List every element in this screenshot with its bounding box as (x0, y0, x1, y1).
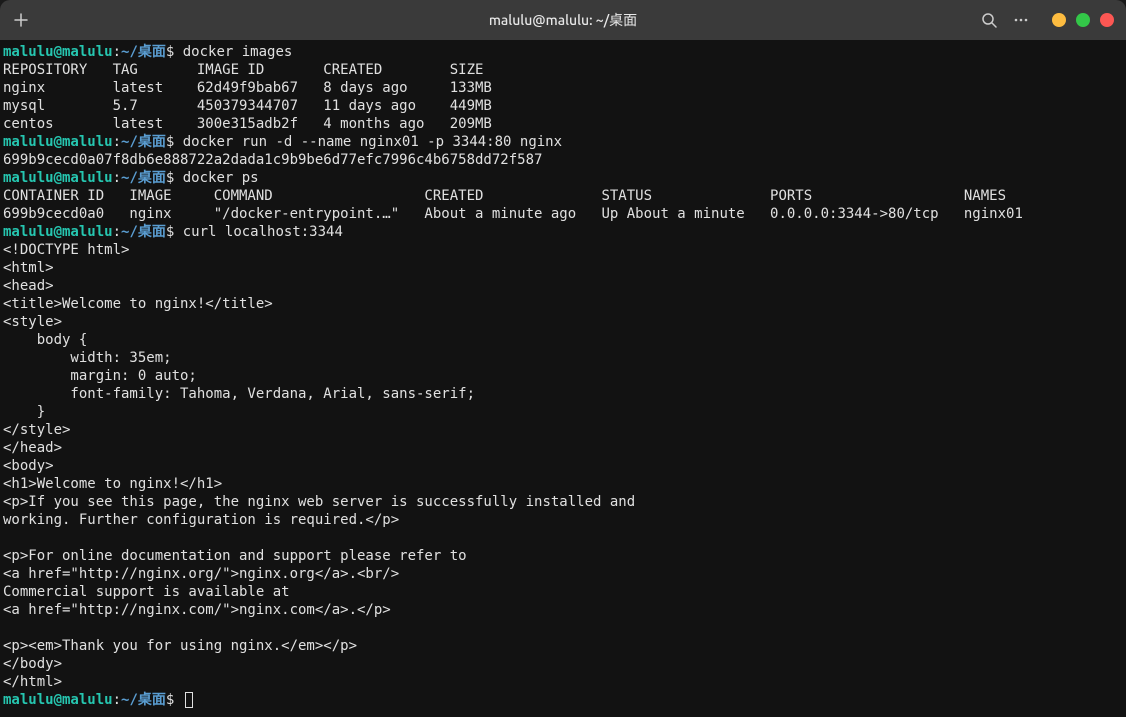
command-text: docker ps (174, 170, 258, 186)
prompt-user: malulu@malulu (3, 224, 113, 240)
output-line: body { (3, 332, 87, 348)
output-line: <html> (3, 260, 54, 276)
prompt-path: ~/桌面 (121, 224, 166, 240)
prompt-user: malulu@malulu (3, 44, 113, 60)
prompt-path: ~/桌面 (121, 170, 166, 186)
output-line: <h1>Welcome to nginx!</h1> (3, 476, 222, 492)
output-line: Commercial support is available at (3, 584, 290, 600)
prompt-user: malulu@malulu (3, 170, 113, 186)
output-line: 699b9cecd0a0 nginx "/docker-entrypoint.…… (3, 206, 1023, 222)
prompt-colon: : (113, 134, 121, 150)
output-line: CONTAINER ID IMAGE COMMAND CREATED STATU… (3, 188, 1006, 204)
search-icon[interactable] (980, 11, 998, 29)
output-line: </body> (3, 656, 62, 672)
output-line: <style> (3, 314, 62, 330)
prompt-colon: : (113, 692, 121, 708)
output-line: 699b9cecd0a07f8db6e888722a2dada1c9b9be6d… (3, 152, 542, 168)
output-line: REPOSITORY TAG IMAGE ID CREATED SIZE (3, 62, 483, 78)
window-title: malulu@malulu: ~/桌面 (489, 11, 637, 29)
output-line: width: 35em; (3, 350, 172, 366)
cursor (185, 692, 193, 708)
output-line: <p>If you see this page, the nginx web s… (3, 494, 635, 510)
output-line: } (3, 404, 45, 420)
output-line: </head> (3, 440, 62, 456)
command-text: curl localhost:3344 (174, 224, 343, 240)
maximize-button[interactable] (1076, 13, 1090, 27)
output-line: <title>Welcome to nginx!</title> (3, 296, 273, 312)
window-controls (1052, 13, 1114, 27)
prompt-path: ~/桌面 (121, 44, 166, 60)
output-line: centos latest 300e315adb2f 4 months ago … (3, 116, 492, 132)
new-tab-button[interactable] (12, 11, 30, 29)
close-button[interactable] (1100, 13, 1114, 27)
prompt-user: malulu@malulu (3, 134, 113, 150)
prompt-path: ~/桌面 (121, 134, 166, 150)
prompt-colon: : (113, 224, 121, 240)
output-line: <body> (3, 458, 54, 474)
command-text: docker images (174, 44, 292, 60)
output-line: <p>For online documentation and support … (3, 548, 467, 564)
output-line: <a href="http://nginx.org/">nginx.org</a… (3, 566, 399, 582)
output-line: </style> (3, 422, 70, 438)
prompt-user: malulu@malulu (3, 692, 113, 708)
output-line: mysql 5.7 450379344707 11 days ago 449MB (3, 98, 492, 114)
output-line: <head> (3, 278, 54, 294)
titlebar-right (980, 11, 1114, 29)
output-line: <a href="http://nginx.com/">nginx.com</a… (3, 602, 391, 618)
prompt-dollar: $ (166, 692, 174, 708)
prompt-path: ~/桌面 (121, 692, 166, 708)
terminal-output[interactable]: malulu@malulu:~/桌面$ docker images REPOSI… (0, 40, 1126, 717)
prompt-colon: : (113, 170, 121, 186)
command-text: docker run -d --name nginx01 -p 3344:80 … (174, 134, 562, 150)
prompt-colon: : (113, 44, 121, 60)
minimize-button[interactable] (1052, 13, 1066, 27)
titlebar-left (12, 11, 30, 29)
output-line: nginx latest 62d49f9bab67 8 days ago 133… (3, 80, 492, 96)
titlebar: malulu@malulu: ~/桌面 (0, 0, 1126, 40)
output-line: <!DOCTYPE html> (3, 242, 129, 258)
output-line: </html> (3, 674, 62, 690)
output-line: margin: 0 auto; (3, 368, 197, 384)
output-line: font-family: Tahoma, Verdana, Arial, san… (3, 386, 475, 402)
menu-icon[interactable] (1012, 11, 1030, 29)
output-line: working. Further configuration is requir… (3, 512, 399, 528)
output-line: <p><em>Thank you for using nginx.</em></… (3, 638, 357, 654)
